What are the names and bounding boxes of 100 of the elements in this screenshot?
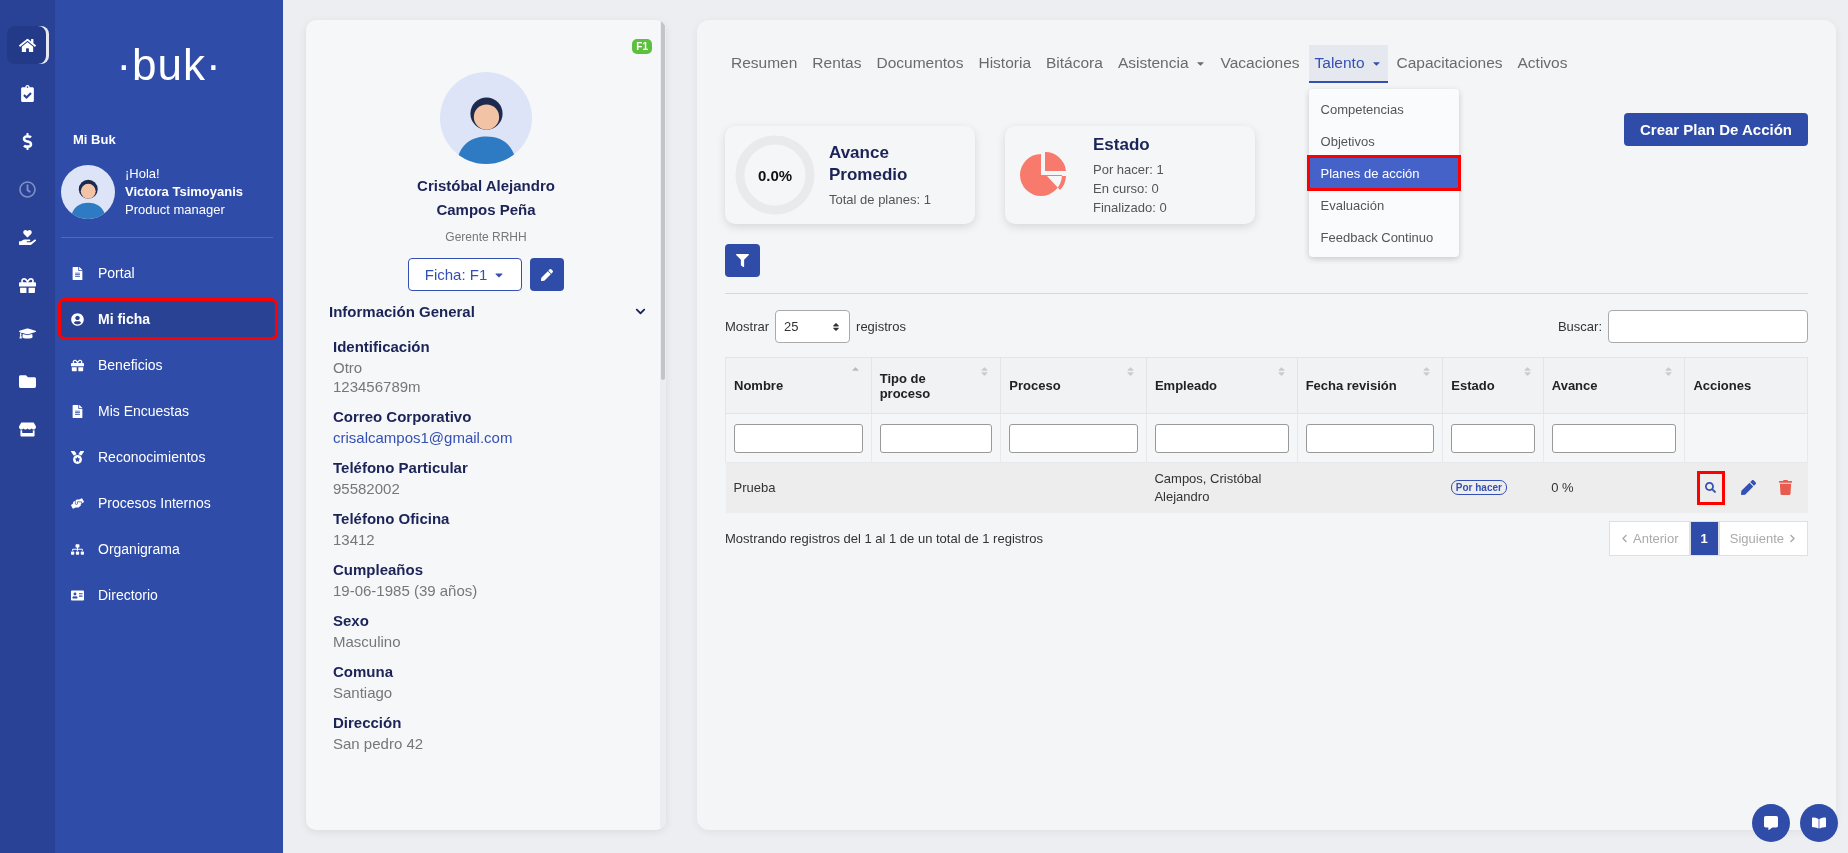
hand-icon <box>19 228 36 246</box>
pencil-icon <box>1740 480 1756 496</box>
search-label: Buscar: <box>1557 319 1602 334</box>
medal-icon <box>71 450 84 464</box>
chevron-left-icon <box>1620 533 1629 543</box>
field-label: Correo Corporativo <box>333 408 473 425</box>
help-button[interactable] <box>1800 804 1838 842</box>
card-text: En curso: 0 <box>1093 179 1160 198</box>
sidebar-item[interactable]: Mis Encuestas <box>61 393 275 429</box>
column-filter-field[interactable] <box>734 423 863 453</box>
field-value: San pedro 42 <box>333 734 424 753</box>
chat-button[interactable] <box>1752 804 1790 842</box>
column-filter-field[interactable] <box>1305 423 1435 453</box>
column-header[interactable]: Fecha revisión <box>1297 357 1443 414</box>
menu-item[interactable]: Competencias <box>1308 93 1459 125</box>
field-value: 123456789m <box>333 377 421 396</box>
menu-item[interactable]: Objetivos <box>1308 125 1459 157</box>
field-label: Identificación <box>333 338 431 355</box>
nav-tab[interactable]: Historia <box>972 45 1038 83</box>
menu-item[interactable]: Evaluación <box>1308 189 1459 221</box>
sidebar-item[interactable]: Beneficios <box>61 347 275 383</box>
sitemap-icon <box>71 542 84 556</box>
field-value: 95582002 <box>333 479 400 498</box>
clock-icon <box>19 180 36 198</box>
column-header[interactable]: Proceso <box>1000 357 1147 414</box>
field-label: Cumpleaños <box>333 561 424 578</box>
store-icon <box>19 420 36 438</box>
profile-badge: F1 <box>632 39 652 54</box>
menu-item[interactable]: Planes de acción <box>1308 157 1459 189</box>
email-link[interactable]: crisalcampos1@gmail.com <box>333 428 513 447</box>
column-filter-field[interactable] <box>1551 423 1677 453</box>
column-header[interactable]: Estado <box>1442 357 1544 414</box>
field-label: Comuna <box>333 663 394 680</box>
column-header[interactable]: Empleado <box>1146 357 1298 414</box>
column-header: Acciones <box>1684 357 1808 414</box>
field-value: Otro <box>333 358 363 377</box>
sidebar-item[interactable]: Organigrama <box>61 531 275 567</box>
column-header[interactable]: Avance <box>1543 357 1685 414</box>
status-tag: Por hacer <box>1450 480 1507 496</box>
column-filter-field[interactable] <box>1154 423 1289 453</box>
column-header[interactable]: Tipo de proceso <box>871 357 1001 414</box>
user-name: Victora Tsimoyanis <box>125 183 243 201</box>
nav-tab[interactable]: Activos <box>1511 45 1574 83</box>
nav-tab[interactable]: Documentos <box>870 45 970 83</box>
sidebar-item[interactable]: Reconocimientos <box>61 439 275 475</box>
file-icon <box>71 404 84 418</box>
chevron-down-icon <box>635 306 646 317</box>
nav-tab[interactable]: Asistencia <box>1111 45 1212 83</box>
field-value: 19-06-1985 (39 años) <box>333 581 478 600</box>
show-label: Mostrar <box>725 319 770 334</box>
hand-icon <box>71 496 84 510</box>
field-value: Masculino <box>333 632 401 651</box>
edit-profile-button[interactable] <box>530 258 564 291</box>
user-icon <box>71 312 84 326</box>
nav-tab[interactable]: Vacaciones <box>1214 45 1306 83</box>
scrollbar-thumb[interactable] <box>661 20 665 380</box>
card-text: Total de planes: 1 <box>829 190 932 209</box>
trash-icon <box>1778 480 1794 496</box>
nav-tab[interactable]: Talento <box>1308 45 1388 83</box>
sort-icon <box>831 321 842 332</box>
filter-icon <box>736 254 749 267</box>
profile-role: Gerente RRHH <box>445 230 527 244</box>
home-icon <box>19 36 36 54</box>
nav-tab[interactable]: Rentas <box>806 45 868 83</box>
nav-tab[interactable]: Capacitaciones <box>1390 45 1509 83</box>
filter-button[interactable] <box>725 244 760 277</box>
sidebar-item[interactable]: Procesos Internos <box>61 485 275 521</box>
column-header[interactable]: Nombre <box>725 357 872 414</box>
page-size-select[interactable]: 25 <box>775 310 851 343</box>
home-rail-button[interactable] <box>6 26 49 64</box>
column-filter-field[interactable] <box>879 423 993 453</box>
sidebar-item[interactable]: Portal <box>61 255 275 291</box>
create-plan-button[interactable]: Crear Plan De Acción <box>1624 113 1808 146</box>
ficha-dropdown[interactable]: Ficha: F1 <box>408 258 522 291</box>
column-filter-field[interactable] <box>1451 423 1535 453</box>
field-label: Teléfono Oficina <box>333 510 451 527</box>
gift-icon <box>71 358 84 372</box>
file-icon <box>71 266 84 280</box>
card-text: Finalizado: 0 <box>1093 198 1168 217</box>
gift-icon <box>19 276 36 294</box>
search-field[interactable] <box>1608 310 1808 343</box>
profile-name: Cristóbal Alejandro Campos Peña <box>416 176 556 220</box>
sidebar-item[interactable]: Mi ficha <box>61 301 275 337</box>
card-title: Avance Promedio <box>829 141 909 186</box>
nav-tab[interactable]: Resumen <box>725 45 804 83</box>
speech-bubble-icon <box>1764 816 1778 830</box>
chevron-right-icon <box>1788 533 1797 543</box>
nav-tab[interactable]: Bitácora <box>1040 45 1109 83</box>
table-cell: 0 % <box>1551 479 1574 495</box>
search-icon <box>1705 482 1717 494</box>
menu-item[interactable]: Feedback Continuo <box>1308 221 1459 253</box>
pencil-icon <box>541 268 553 281</box>
section-toggle[interactable]: Información General <box>329 303 646 320</box>
progress-value: 0.0% <box>757 166 793 184</box>
pagination-button[interactable]: 1 <box>1689 520 1719 556</box>
view-list-button[interactable] <box>1696 470 1725 505</box>
sidebar-item[interactable]: Directorio <box>61 577 275 613</box>
column-filter-field[interactable] <box>1009 423 1138 453</box>
records-label: registros <box>856 319 906 334</box>
field-value: 13412 <box>333 530 375 549</box>
